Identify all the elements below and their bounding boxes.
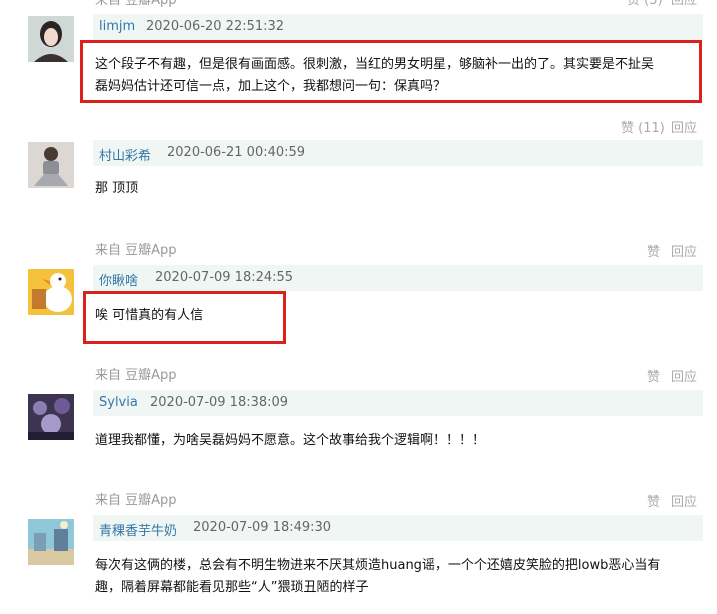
avatar-image: [28, 142, 74, 188]
timestamp: 2020-07-09 18:38:09: [150, 395, 289, 410]
reply-button[interactable]: 回应: [671, 491, 697, 510]
comment-text: 那 顶顶: [95, 178, 138, 200]
highlight-box: [83, 291, 286, 344]
username-link[interactable]: 你瞅啥: [99, 270, 138, 289]
comment-text: 每次有这俩的楼，总会有不明生物进来不厌其烦造huang谣，一个个还嬉皮笑脸的把l…: [95, 555, 705, 599]
avatar[interactable]: [28, 16, 74, 62]
username-link[interactable]: Sylvia: [99, 395, 138, 410]
avatar-image: [28, 16, 74, 62]
avatar-image: [28, 519, 74, 565]
avatar-image: [28, 269, 74, 315]
comment-line: 道理我都懂，为啥吴磊妈妈不愿意。这个故事给我个逻辑啊！！！！: [95, 433, 486, 448]
source-label: 来自 豆瓣App: [95, 493, 177, 508]
comment-line: 趣，隔着屏幕都能看见那些“人”猥琐丑陋的样子: [95, 580, 369, 595]
source-label: 来自 豆瓣App: [95, 0, 177, 8]
reply-button[interactable]: 回应: [671, 117, 697, 136]
like-button[interactable]: 赞: [647, 366, 660, 385]
comment-text: 道理我都懂，为啥吴磊妈妈不愿意。这个故事给我个逻辑啊！！！！: [95, 430, 485, 452]
timestamp: 2020-06-21 00:40:59: [167, 145, 306, 160]
timestamp: 2020-07-09 18:24:55: [155, 270, 294, 285]
avatar[interactable]: [28, 269, 74, 315]
username-link[interactable]: 青稞香芋牛奶: [99, 520, 177, 539]
timestamp: 2020-06-20 22:51:32: [146, 19, 285, 34]
avatar[interactable]: [28, 394, 74, 440]
like-button[interactable]: 赞 (11): [621, 117, 665, 136]
avatar-image: [28, 394, 74, 440]
timestamp: 2020-07-09 18:49:30: [193, 520, 332, 535]
avatar[interactable]: [28, 142, 74, 188]
username-link[interactable]: limjm: [99, 19, 135, 34]
like-button[interactable]: 赞 (3): [627, 0, 663, 8]
like-button[interactable]: 赞: [647, 491, 660, 510]
reply-button[interactable]: 回应: [671, 241, 697, 260]
username-link[interactable]: 村山彩希: [99, 145, 151, 164]
comment-line: 每次有这俩的楼，总会有不明生物进来不厌其烦造huang谣，一个个还嬉皮笑脸的把l…: [95, 558, 661, 573]
source-label: 来自 豆瓣App: [95, 243, 177, 258]
reply-button[interactable]: 回应: [671, 366, 697, 385]
reply-button[interactable]: 回应: [671, 0, 697, 8]
avatar[interactable]: [28, 519, 74, 565]
comment-meta: [93, 515, 703, 541]
highlight-box: [80, 40, 702, 103]
source-label: 来自 豆瓣App: [95, 368, 177, 383]
comment-line: 那 顶顶: [95, 181, 139, 196]
like-button[interactable]: 赞: [647, 241, 660, 260]
